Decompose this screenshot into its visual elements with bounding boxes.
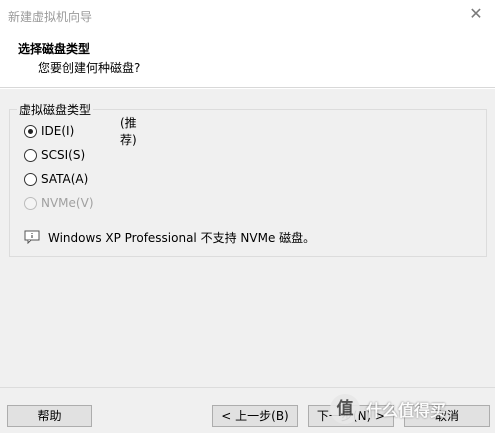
watermark: 值 什么值得买: [330, 391, 490, 427]
radio-ide[interactable]: IDE(I) (推荐): [24, 116, 137, 147]
help-button[interactable]: 帮助: [7, 405, 92, 427]
radio-scsi[interactable]: SCSI(S): [24, 146, 85, 164]
group-legend: 虚拟磁盘类型: [17, 101, 94, 118]
info-text: Windows XP Professional 不支持 NVMe 磁盘。: [48, 230, 316, 245]
radio-sata[interactable]: SATA(A): [24, 170, 88, 188]
page-subtitle: 您要创建何种磁盘?: [38, 61, 141, 75]
wizard-content: 虚拟磁盘类型 IDE(I) (推荐) SCSI(S) SATA(A) NVMe(…: [0, 89, 495, 387]
radio-nvme: NVMe(V): [24, 194, 94, 212]
radio-label-sata: SATA(A): [41, 172, 89, 186]
close-icon[interactable]: ✕: [467, 5, 485, 23]
page-title: 选择磁盘类型: [18, 42, 91, 56]
radio-button-sata[interactable]: [24, 172, 37, 186]
message-icon: [24, 230, 40, 245]
radio-button-ide[interactable]: [24, 124, 37, 138]
recommended-note: (推荐): [120, 116, 137, 147]
watermark-text: 什么值得买: [366, 401, 447, 420]
title-bar: 新建虚拟机向导 ✕: [0, 0, 495, 30]
info-message: Windows XP Professional 不支持 NVMe 磁盘。: [24, 228, 315, 246]
wizard-header: 选择磁盘类型 您要创建何种磁盘?: [0, 30, 495, 88]
window-title: 新建虚拟机向导: [8, 10, 93, 24]
radio-label-ide: IDE(I): [41, 124, 75, 138]
disk-type-group: 虚拟磁盘类型 IDE(I) (推荐) SCSI(S) SATA(A) NVMe(…: [9, 101, 487, 257]
radio-label-nvme: NVMe(V): [41, 196, 94, 210]
radio-button-scsi[interactable]: [24, 148, 37, 162]
radio-label-scsi: SCSI(S): [41, 148, 86, 162]
back-button[interactable]: < 上一步(B): [212, 405, 298, 427]
radio-button-nvme: [24, 196, 37, 210]
watermark-logo-icon: 值: [330, 394, 360, 424]
